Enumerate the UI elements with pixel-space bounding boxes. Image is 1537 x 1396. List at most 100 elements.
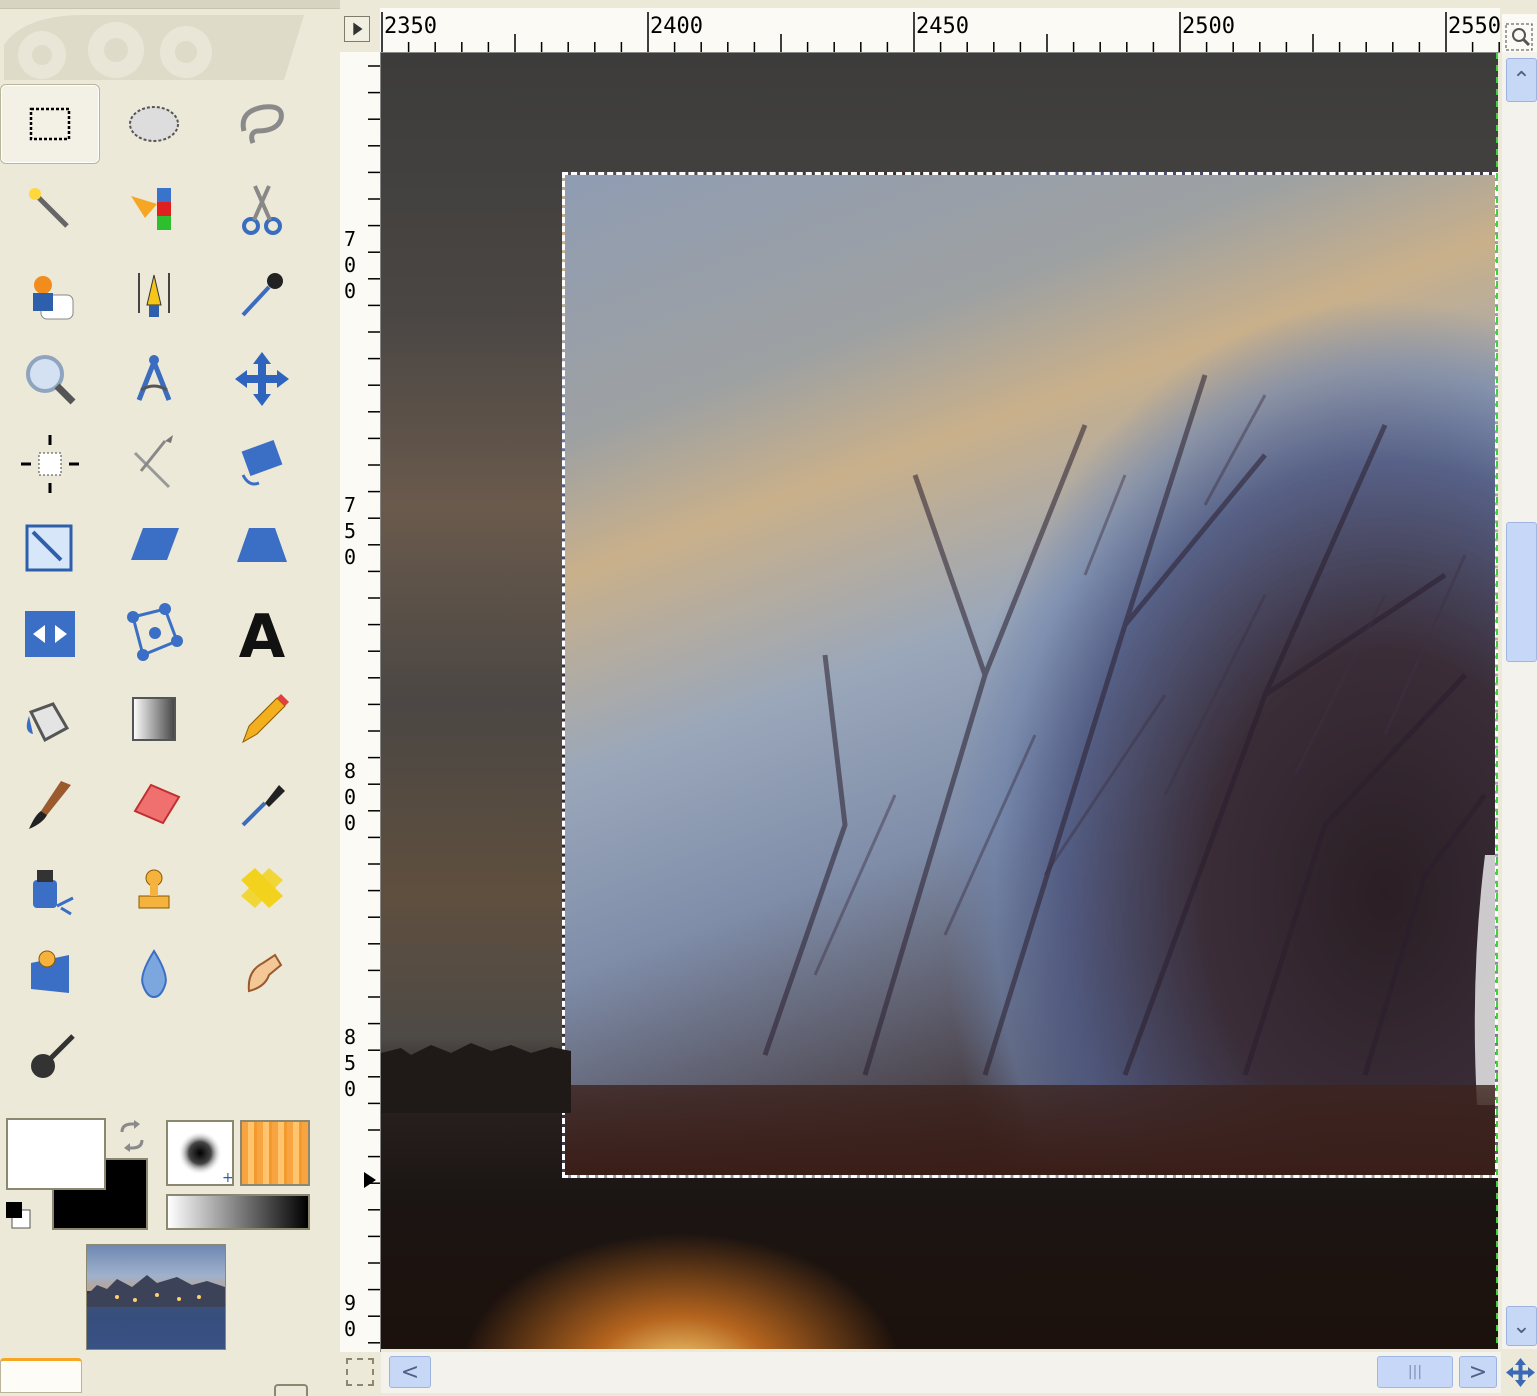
tool-ellipse-select[interactable] xyxy=(104,84,204,164)
tool-rotate[interactable] xyxy=(212,424,312,504)
tool-smudge[interactable] xyxy=(212,934,312,1014)
horizontal-ruler[interactable]: 2350 2400 2450 2500 2550 xyxy=(380,8,1501,53)
ruler-top-label: 2400 xyxy=(650,14,703,39)
tool-shear[interactable] xyxy=(104,509,204,589)
lasso-icon xyxy=(240,104,284,144)
tool-select-by-color[interactable] xyxy=(104,169,204,249)
clone-icon xyxy=(138,869,170,909)
navigate-image-icon[interactable] xyxy=(1504,1356,1537,1389)
magic-wand-icon xyxy=(29,188,69,228)
wilber-drop-area-icon[interactable] xyxy=(4,10,304,80)
crop-icon xyxy=(133,435,173,489)
ruler-left-label-digit: 0 xyxy=(343,545,357,569)
color-picker-icon xyxy=(241,273,283,317)
ruler-left-label-digit: 0 xyxy=(343,253,357,277)
vertical-scrollbar[interactable]: ⌃ ⌄ xyxy=(1502,52,1537,1349)
tool-flip[interactable] xyxy=(0,594,100,674)
shear-icon xyxy=(131,528,179,560)
tool-magic-wand[interactable] xyxy=(0,169,100,249)
ruler-left-label-digit: 8 xyxy=(343,759,357,783)
vertical-ruler[interactable]: 70075080085090 xyxy=(340,52,381,1352)
measure-icon xyxy=(136,355,172,401)
zoom-icon xyxy=(26,355,76,405)
eraser-icon xyxy=(133,783,181,825)
tool-crop[interactable] xyxy=(104,424,204,504)
tool-measure[interactable] xyxy=(104,339,204,419)
image-canvas[interactable] xyxy=(381,53,1498,1349)
selection-marquee[interactable] xyxy=(562,172,1498,1178)
brush-fuzzy-icon: + xyxy=(178,1131,234,1186)
tool-perspective[interactable] xyxy=(212,509,312,589)
move-icon xyxy=(235,352,289,406)
ruler-top-label: 2450 xyxy=(916,14,969,39)
dodge-burn-icon xyxy=(31,1034,75,1078)
ruler-left-label-digit: 5 xyxy=(343,1051,357,1075)
tool-dodge-burn[interactable] xyxy=(0,1019,100,1099)
tool-gradient[interactable] xyxy=(104,679,204,759)
rect-select-icon xyxy=(29,107,71,141)
perspective-clone-icon xyxy=(31,950,69,993)
tool-cage[interactable] xyxy=(104,594,204,674)
active-brush-preview[interactable]: + xyxy=(166,1120,234,1186)
default-colors-icon[interactable] xyxy=(4,1200,34,1230)
tool-pencil[interactable] xyxy=(212,679,312,759)
flip-icon xyxy=(25,611,75,657)
ruler-left-label-digit: 0 xyxy=(343,785,357,809)
tool-clone[interactable] xyxy=(104,849,204,929)
tool-bucket[interactable] xyxy=(0,679,100,759)
vertical-scroll-thumb[interactable] xyxy=(1506,522,1537,662)
tool-color-picker[interactable] xyxy=(212,254,312,334)
ellipse-select-icon xyxy=(129,106,179,142)
swap-colors-icon[interactable] xyxy=(116,1120,148,1152)
ruler-top-label: 2500 xyxy=(1182,14,1235,39)
tool-lasso[interactable] xyxy=(212,84,312,164)
tool-heal[interactable] xyxy=(212,849,312,929)
toolbox: A + xyxy=(0,0,340,1396)
ruler-top-label: 2350 xyxy=(384,14,437,39)
tool-scale[interactable] xyxy=(0,509,100,589)
text-tool-glyph: A xyxy=(239,602,286,667)
tool-zoom[interactable] xyxy=(0,339,100,419)
foreground-color-swatch[interactable] xyxy=(6,1118,106,1190)
scroll-up-button[interactable]: ⌃ xyxy=(1506,58,1537,102)
toolbox-dock-tab[interactable] xyxy=(0,1358,82,1393)
pencil-icon xyxy=(242,694,289,744)
scroll-right-button[interactable]: > xyxy=(1459,1356,1497,1388)
active-gradient-preview[interactable] xyxy=(166,1194,310,1230)
tool-align[interactable] xyxy=(0,424,100,504)
airbrush-icon xyxy=(241,785,285,827)
dock-menu-tab[interactable] xyxy=(274,1384,308,1396)
horizontal-scrollbar[interactable]: < ||| > xyxy=(381,1352,1501,1393)
zoom-image-when-window-size-changes-icon[interactable] xyxy=(1502,14,1537,52)
tool-blur[interactable] xyxy=(104,934,204,1014)
quick-mask-toggle-icon[interactable] xyxy=(346,1358,374,1386)
tool-rect-select[interactable] xyxy=(0,84,100,164)
smudge-icon xyxy=(247,953,283,993)
scroll-left-button[interactable]: < xyxy=(389,1356,431,1388)
tool-ink[interactable] xyxy=(0,849,100,929)
tool-airbrush[interactable] xyxy=(212,764,312,844)
tree-branches-art xyxy=(762,374,1495,1105)
ink-icon xyxy=(33,870,74,916)
scroll-left-icon: < xyxy=(400,1359,420,1385)
tool-perspective-clone[interactable] xyxy=(0,934,100,1014)
tool-text[interactable]: A xyxy=(212,594,312,674)
image-menu-button[interactable] xyxy=(344,16,370,42)
tool-paintbrush[interactable] xyxy=(0,764,100,844)
heal-icon xyxy=(241,868,283,908)
active-pattern-preview[interactable] xyxy=(240,1120,310,1186)
tool-eraser[interactable] xyxy=(104,764,204,844)
scroll-down-button[interactable]: ⌄ xyxy=(1506,1306,1537,1346)
horizontal-scroll-thumb[interactable]: ||| xyxy=(1377,1356,1453,1388)
scroll-grip: ||| xyxy=(1407,1364,1423,1380)
tool-move[interactable] xyxy=(212,339,312,419)
ruler-left-label-digit: 8 xyxy=(343,1025,357,1049)
tool-paths[interactable] xyxy=(104,254,204,334)
cage-icon xyxy=(127,603,183,661)
tool-scissors[interactable] xyxy=(212,169,312,249)
bucket-icon xyxy=(26,702,70,743)
ruler-left-label-digit: 0 xyxy=(343,811,357,835)
active-image-thumbnail[interactable] xyxy=(86,1244,226,1350)
ruler-left-label-digit: 7 xyxy=(343,493,357,517)
tool-foreground-select[interactable] xyxy=(0,254,100,334)
